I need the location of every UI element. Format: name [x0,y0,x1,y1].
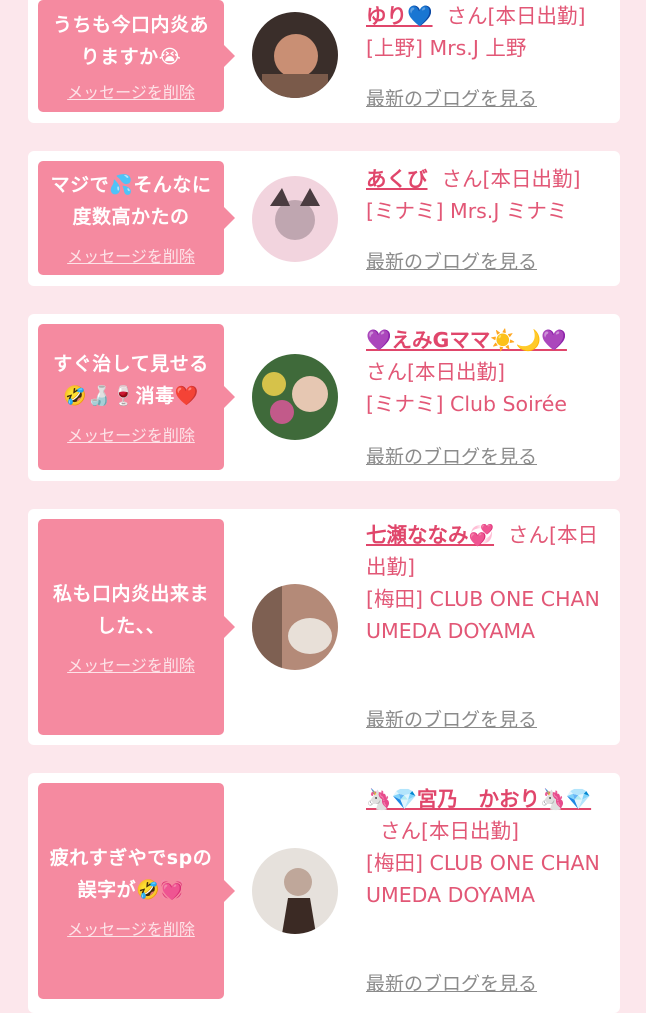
latest-blog-link[interactable]: 最新のブログを見る [366,969,537,996]
message-text: 私も口内炎出来ました、、 [52,583,209,637]
avatar-image-2 [252,176,338,262]
message-card: 疲れすぎやでspの誤字が🤣💓 メッセージを削除 🦄💎宮乃 かおり🦄💎 さん[本日出… [28,773,620,1013]
message-bubble: うちも今口内炎ありますか😭 メッセージを削除 [38,0,235,112]
message-bubble: 私も口内炎出来ました、、 メッセージを削除 [38,519,235,735]
delete-message-link[interactable]: メッセージを削除 [67,916,195,940]
cast-info: 💜えみGママ☀️🌙💜 さん[本日出勤] [ミナミ] Club Soirée [366,324,612,420]
message-text: マジで💦そんなに度数高かたの [50,174,212,228]
cast-name-link[interactable]: 💜えみGママ☀️🌙💜 [366,328,567,352]
cast-name-link[interactable]: 🦄💎宮乃 かおり🦄💎 [366,787,591,811]
avatar[interactable] [252,354,338,440]
latest-blog-link[interactable]: 最新のブログを見る [366,705,537,732]
shop-name: [上野] Mrs.J 上野 [366,36,527,60]
message-list: うちも今口内炎ありますか😭 メッセージを削除 ゆり💙 さん[本日出勤] [上野] … [0,0,646,1013]
message-card: マジで💦そんなに度数高かたの メッセージを削除 あくび さん[本日出勤] [ミナミ… [28,151,620,286]
message-bubble: 疲れすぎやでspの誤字が🤣💓 メッセージを削除 [38,783,235,999]
cast-status: さん[本日出勤] [380,819,519,843]
message-text: すぐ治して見せる🤣🍶🍷消毒❤️ [53,353,209,407]
cast-info: あくび さん[本日出勤] [ミナミ] Mrs.J ミナミ [366,163,612,227]
cast-status: さん[本日出勤] [441,167,581,191]
cast-name-link[interactable]: あくび [366,167,428,191]
cast-info: ゆり💙 さん[本日出勤] [上野] Mrs.J 上野 [366,0,612,64]
avatar[interactable] [252,12,338,98]
avatar-image-3 [252,354,338,440]
latest-blog-link[interactable]: 最新のブログを見る [366,247,537,274]
avatar-image-5 [252,848,338,934]
shop-name: [ミナミ] Club Soirée [366,392,567,416]
avatar-image-1 [252,12,338,98]
avatar[interactable] [252,584,338,670]
shop-name: [ミナミ] Mrs.J ミナミ [366,199,568,223]
cast-name-link[interactable]: ゆり💙 [366,4,433,28]
delete-message-link[interactable]: メッセージを削除 [67,79,195,103]
shop-name: [梅田] CLUB ONE CHAN UMEDA DOYAMA [366,587,600,643]
delete-message-link[interactable]: メッセージを削除 [67,422,195,446]
message-card: うちも今口内炎ありますか😭 メッセージを削除 ゆり💙 さん[本日出勤] [上野] … [28,0,620,123]
cast-name-link[interactable]: 七瀬ななみ💞 [366,523,494,547]
avatar[interactable] [252,848,338,934]
message-card: すぐ治して見せる🤣🍶🍷消毒❤️ メッセージを削除 💜えみGママ☀️🌙💜 さん[本… [28,314,620,481]
shop-name: [梅田] CLUB ONE CHAN UMEDA DOYAMA [366,851,600,907]
cast-info: 七瀬ななみ💞 さん[本日出勤] [梅田] CLUB ONE CHAN UMEDA … [366,519,612,647]
avatar-image-4 [252,584,338,670]
delete-message-link[interactable]: メッセージを削除 [67,243,195,267]
message-bubble: すぐ治して見せる🤣🍶🍷消毒❤️ メッセージを削除 [38,324,235,470]
cast-status: さん[本日出勤] [366,360,505,384]
delete-message-link[interactable]: メッセージを削除 [67,652,195,676]
avatar[interactable] [252,176,338,262]
message-text: うちも今口内炎ありますか😭 [52,14,209,68]
cast-status: さん[本日出勤] [446,4,586,28]
message-card: 私も口内炎出来ました、、 メッセージを削除 七瀬ななみ💞 さん[本日出勤] [梅田… [28,509,620,745]
latest-blog-link[interactable]: 最新のブログを見る [366,84,537,111]
message-bubble: マジで💦そんなに度数高かたの メッセージを削除 [38,161,235,275]
latest-blog-link[interactable]: 最新のブログを見る [366,442,537,469]
message-text: 疲れすぎやでspの誤字が🤣💓 [49,847,213,901]
cast-info: 🦄💎宮乃 かおり🦄💎 さん[本日出勤] [梅田] CLUB ONE CHAN UM… [366,783,612,911]
